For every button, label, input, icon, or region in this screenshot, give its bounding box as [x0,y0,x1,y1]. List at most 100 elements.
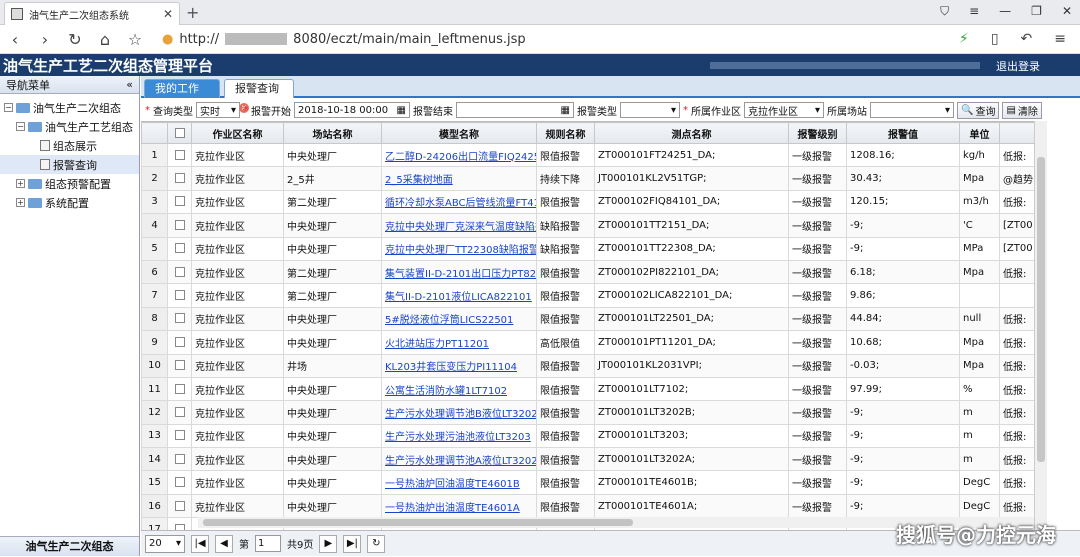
tab-alarm-query[interactable]: 报警查询× [224,79,294,113]
checkbox-icon[interactable] [174,500,185,511]
column-header[interactable]: 模型名称 [381,122,537,144]
back-icon[interactable]: ‹ [0,30,30,49]
column-header[interactable]: 作业区名称 [191,122,284,144]
tab-workbench[interactable]: 我的工作台 [144,79,220,113]
tree-node-display[interactable]: 组态展示 [0,136,139,155]
cell-model[interactable]: 生产污水处理调节池A液位LT3202A [381,447,537,472]
pin-icon[interactable]: ⛉ [940,4,949,19]
row-checkbox[interactable] [167,259,192,285]
query-type-select[interactable]: 实时 ▾ [196,102,240,118]
checkbox-icon[interactable] [174,383,185,394]
cell-model[interactable]: 一号热油炉出油温度TE4601A [381,493,537,519]
collapse-sidebar-icon[interactable]: « [126,78,133,91]
alarm-type-select[interactable]: ▾ [620,102,680,118]
reload-icon[interactable]: ↻ [60,30,90,49]
page-size-select[interactable]: 20 ▾ [145,534,185,553]
row-checkbox[interactable] [167,236,192,261]
table-row[interactable]: 11 克拉作业区 中央处理厂 公寓生活消防水罐1LT7102 限值报警 ZT000101L… [141,376,1047,402]
checkbox-icon[interactable] [174,406,185,417]
refresh-icon[interactable]: ↻ [367,534,386,553]
cell-model[interactable]: 集气II-D-2101液位LICA822101 [381,283,537,308]
browser-tab[interactable]: 油气生产二次组态系统 ✕ [4,2,180,25]
tree-node-system-config[interactable]: + 系统配置 [0,193,139,212]
column-header[interactable]: 报警值 [846,122,960,144]
tree-node-alarm-config[interactable]: + 组态预警配置 [0,174,139,193]
table-row[interactable]: 13 克拉作业区 中央处理厂 生产污水处理污油池液位LT3203 限值报警 ZT00010… [141,423,1047,449]
cell-model[interactable]: 公寓生活消防水罐1LT7102 [381,376,537,402]
table-row[interactable]: 16 克拉作业区 中央处理厂 一号热油炉出油温度TE4601A 限值报警 ZT000101… [141,493,1047,519]
cell-model[interactable]: 2_5采集树地面 [381,166,537,191]
lightning-icon[interactable]: ⚡ [959,31,969,47]
maximize-icon[interactable]: ❐ [1031,4,1042,19]
column-header[interactable]: 场站名称 [283,122,382,144]
tree-node-root[interactable]: − 油气生产二次组态 [0,98,139,117]
table-row[interactable]: 3 克拉作业区 第二处理厂 循环冷却水泵ABC后管线流量FT410 限值报警 ZT0001… [141,189,1047,215]
cell-model[interactable]: 集气装置II-D-2101出口压力PT822 [381,259,537,285]
menu-icon[interactable]: ≡ [969,4,979,19]
checkbox-icon[interactable] [174,196,185,207]
row-checkbox[interactable] [167,189,192,215]
clear-button[interactable]: ▤ 清除 [1002,101,1042,119]
cell-model[interactable]: 生产污水处理调节池B液位LT3202B [381,400,537,425]
expand-node-icon[interactable]: + [16,179,25,188]
site-select[interactable]: ▾ [870,102,954,118]
checkbox-icon[interactable] [174,430,185,441]
row-checkbox[interactable] [167,400,192,425]
column-header[interactable]: 单位 [959,122,1000,144]
checkbox-icon[interactable] [174,336,185,347]
row-checkbox[interactable] [167,376,192,402]
row-checkbox[interactable] [167,447,192,472]
column-header[interactable]: 测点名称 [594,122,789,144]
undo-icon[interactable]: ↶ [1021,31,1033,47]
checkbox-icon[interactable] [174,477,185,488]
close-window-icon[interactable]: ✕ [1062,4,1072,19]
column-header[interactable]: 规则名称 [536,122,595,144]
row-checkbox[interactable] [167,423,192,449]
sidebar-footer[interactable]: 油气生产二次组态 [0,536,139,556]
cell-model[interactable]: 乙二醇D-24206出口流量FIQ24251 [381,142,537,168]
table-row[interactable]: 4 克拉作业区中央处理厂克拉中央处理厂克深来气温度缺陷报警缺陷报警ZT000101… [141,213,1047,238]
column-header[interactable]: 报警级别 [788,122,847,144]
checkbox-icon[interactable] [174,313,185,324]
table-row[interactable]: 14 克拉作业区 中央处理厂 生产污水处理调节池A液位LT3202A 限值报警 ZT000… [141,447,1047,472]
calendar-icon[interactable]: ▦ [397,105,406,116]
checkbox-icon[interactable] [174,266,185,277]
collapse-node-icon[interactable]: − [4,103,13,112]
prev-page-button[interactable]: ◀ [215,534,233,553]
table-row[interactable]: 15 克拉作业区 中央处理厂 一号热油炉回油温度TE4601B 限值报警 ZT000101… [141,470,1047,495]
row-checkbox[interactable] [167,493,192,519]
collapse-node-icon[interactable]: − [16,122,25,131]
minimize-icon[interactable]: — [999,4,1011,19]
close-tab-icon[interactable]: ✕ [163,7,173,21]
cell-model[interactable]: 火北进站压力PT11201 [381,330,537,355]
cell-model[interactable]: 一号热油炉回油温度TE4601B [381,470,537,495]
table-row[interactable]: 12 克拉作业区 中央处理厂 生产污水处理调节池B液位LT3202B 限值报警 ZT000… [141,400,1047,425]
url-field[interactable]: ● http:// 8080/eczt/main/main_leftmenus.… [162,32,526,47]
checkbox-icon[interactable] [174,243,185,254]
row-checkbox[interactable] [167,166,192,191]
row-checkbox[interactable] [167,330,192,355]
last-page-button[interactable]: ▶| [343,534,362,553]
table-row[interactable]: 9 克拉作业区 中央处理厂 火北进站压力PT11201 高低限值 ZT000101PT11… [141,330,1047,355]
row-checkbox[interactable] [167,283,192,308]
select-all-checkbox[interactable] [167,122,192,144]
tree-node-alarm-query[interactable]: 报警查询 [0,155,139,174]
vertical-scrollbar[interactable] [1034,121,1047,534]
cell-model[interactable]: 克拉中央处理厂TT22308缺陷报警 [381,236,537,261]
bookmark-star-icon[interactable]: ☆ [120,30,150,49]
next-page-button[interactable]: ▶ [319,534,338,553]
table-row[interactable]: 7 克拉作业区 第二处理厂 集气II-D-2101液位LICA822101 限值报警 ZT… [141,283,1047,308]
forward-icon[interactable]: › [30,30,60,49]
row-checkbox[interactable] [167,142,192,168]
home-icon[interactable]: ⌂ [90,30,120,49]
row-checkbox[interactable] [167,470,192,495]
alarm-start-input[interactable]: 2018-10-18 00:00 ▦ [294,102,410,118]
checkbox-icon[interactable] [174,173,185,184]
logout-link[interactable]: 退出登录 [996,58,1040,74]
tree-node-process[interactable]: − 油气生产工艺组态 [0,117,139,136]
vertical-scroll-thumb[interactable] [1037,157,1045,462]
row-checkbox[interactable] [167,353,192,378]
first-page-button[interactable]: |◀ [191,534,209,553]
table-row[interactable]: 2 克拉作业区 2_5井 2_5采集树地面 持续下降 JT000101KL2V51TGP;… [141,166,1047,191]
table-row[interactable]: 6 克拉作业区 第二处理厂 集气装置II-D-2101出口压力PT822 限值报警 ZT0… [141,259,1047,285]
